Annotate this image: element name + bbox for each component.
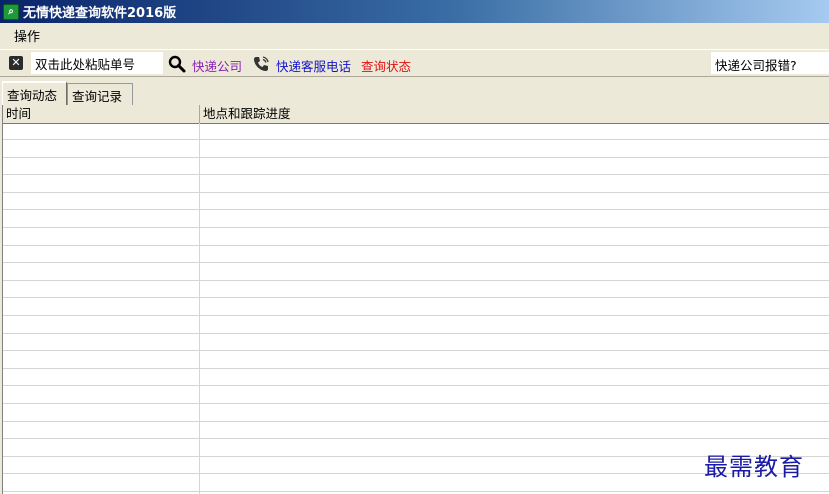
title-bar: ⌕ 无情快递查询软件2016版 xyxy=(0,0,829,23)
window-title: 无情快递查询软件2016版 xyxy=(23,6,177,21)
table-header: 时间 地点和跟踪进度 xyxy=(3,105,829,124)
table-row[interactable] xyxy=(3,264,829,281)
toolbar: ✕ 快递公司 快递客服电话 查询状态 快递公司报错? xyxy=(0,49,829,77)
tracking-table: 时间 地点和跟踪进度 xyxy=(2,105,829,494)
table-row[interactable] xyxy=(3,193,829,211)
report-error-link[interactable]: 快递公司报错? xyxy=(711,52,829,74)
column-header-time[interactable]: 时间 xyxy=(3,105,200,123)
search-icon[interactable] xyxy=(167,54,187,74)
column-header-location-progress[interactable]: 地点和跟踪进度 xyxy=(200,105,829,123)
table-row[interactable] xyxy=(3,158,829,176)
table-row[interactable] xyxy=(3,141,829,158)
customer-service-phone-link[interactable]: 快递客服电话 xyxy=(276,56,351,75)
menu-bar: 操作 xyxy=(0,23,829,47)
column-divider xyxy=(199,123,200,494)
tab-strip: 查询动态 查询记录 xyxy=(0,81,829,105)
phone-icon[interactable] xyxy=(252,55,270,73)
table-row[interactable] xyxy=(3,422,829,440)
watermark: 最需教育 xyxy=(704,453,804,481)
table-row[interactable] xyxy=(3,123,829,140)
table-row[interactable] xyxy=(3,281,829,299)
tab-query-dynamics[interactable]: 查询动态 xyxy=(2,81,67,105)
table-row[interactable] xyxy=(3,369,829,387)
menu-item-operate[interactable]: 操作 xyxy=(0,24,54,47)
table-row[interactable] xyxy=(3,352,829,369)
table-row[interactable] xyxy=(3,211,829,228)
table-row[interactable] xyxy=(3,229,829,246)
table-row[interactable] xyxy=(3,299,829,316)
table-row[interactable] xyxy=(3,334,829,352)
table-row[interactable] xyxy=(3,176,829,193)
clear-icon[interactable]: ✕ xyxy=(9,56,23,70)
table-row[interactable] xyxy=(3,387,829,404)
table-row[interactable] xyxy=(3,317,829,334)
table-row[interactable] xyxy=(3,405,829,422)
express-company-link[interactable]: 快递公司 xyxy=(192,56,242,75)
table-row[interactable] xyxy=(3,246,829,264)
tab-query-history[interactable]: 查询记录 xyxy=(67,83,133,105)
tracking-number-input[interactable] xyxy=(31,52,163,74)
app-icon: ⌕ xyxy=(3,3,19,20)
query-status-link[interactable]: 查询状态 xyxy=(361,56,411,75)
